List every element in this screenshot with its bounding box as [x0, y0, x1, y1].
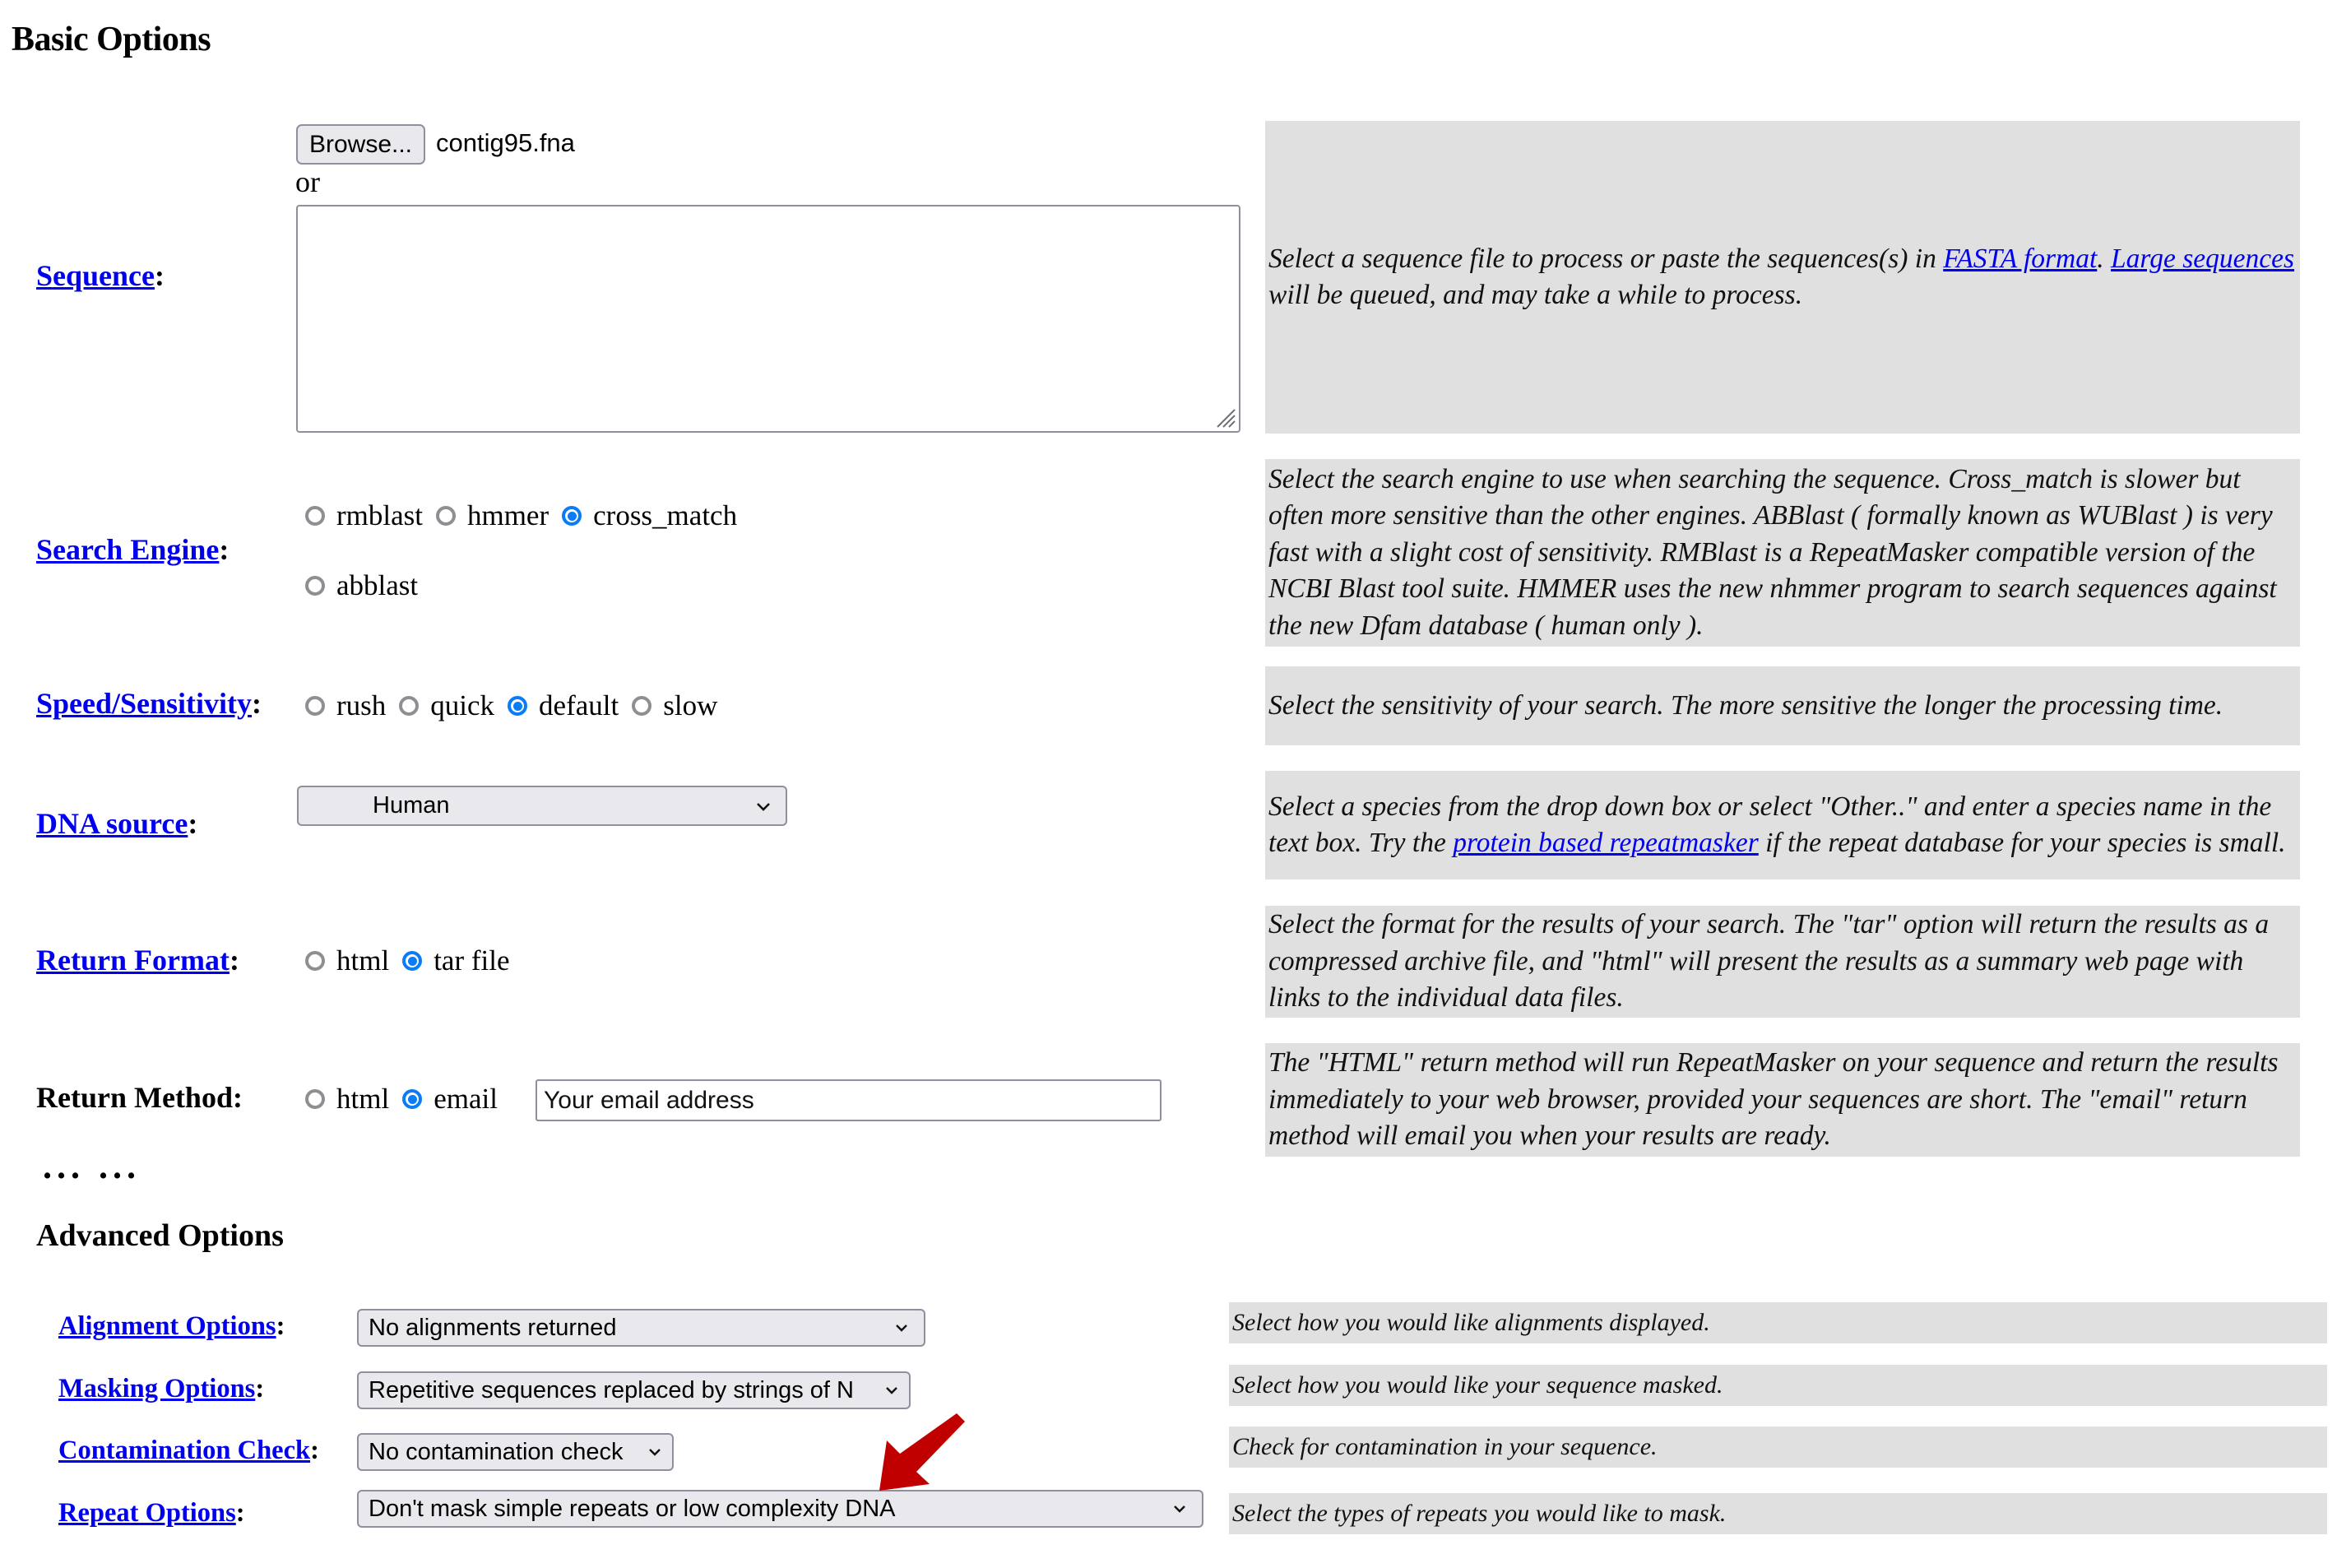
radio-method-html[interactable]: html	[305, 1083, 389, 1116]
contamination-check-label: Contamination Check:	[58, 1436, 319, 1465]
radio-button-selected[interactable]	[562, 506, 582, 526]
return-method-radio-group: html email	[305, 1083, 503, 1116]
repeat-options-description: Select the types of repeats you would li…	[1229, 1493, 2327, 1534]
dna-source-select[interactable]: Human	[297, 786, 787, 826]
masking-options-description: Select how you would like your sequence …	[1229, 1365, 2327, 1406]
selected-file-name: contig95.fna	[436, 128, 575, 157]
alignment-options-help-link[interactable]: Alignment Options	[58, 1311, 276, 1341]
chevron-down-icon	[757, 802, 770, 811]
contamination-check-select[interactable]: No contamination check	[357, 1433, 674, 1471]
radio-format-html[interactable]: html	[305, 944, 389, 977]
search-engine-description: Select the search engine to use when sea…	[1265, 459, 2300, 647]
repeat-options-label: Repeat Options:	[58, 1498, 245, 1528]
radio-button-selected[interactable]	[402, 1089, 423, 1109]
speed-sensitivity-label: Speed/Sensitivity:	[36, 687, 262, 720]
sequence-textarea[interactable]	[296, 205, 1240, 433]
return-format-label: Return Format:	[36, 944, 239, 977]
return-format-description: Select the format for the results of you…	[1265, 906, 2300, 1018]
red-arrow-annotation-icon	[879, 1413, 965, 1491]
radio-rmblast[interactable]: rmblast	[305, 499, 423, 532]
search-engine-help-link[interactable]: Search Engine	[36, 533, 219, 566]
chevron-down-icon	[649, 1449, 661, 1456]
speed-description: Select the sensitivity of your search. T…	[1265, 666, 2300, 745]
radio-button[interactable]	[305, 576, 325, 596]
radio-button[interactable]	[435, 506, 456, 526]
sequence-description: Select a sequence file to process or pas…	[1265, 121, 2300, 434]
radio-button[interactable]	[305, 696, 325, 716]
return-format-radio-group: html tar file	[305, 944, 523, 977]
radio-slow[interactable]: slow	[632, 689, 717, 722]
return-method-description: The "HTML" return method will run Repeat…	[1265, 1043, 2300, 1157]
sequence-help-link[interactable]: Sequence	[36, 259, 155, 292]
search-engine-radio-group: rmblast hmmer cross_match	[305, 499, 750, 532]
basic-options-heading: Basic Options	[12, 21, 211, 58]
protein-based-repeatmasker-link[interactable]: protein based repeatmasker	[1453, 828, 1759, 858]
dna-source-label: DNA source:	[36, 807, 198, 840]
radio-button[interactable]	[305, 506, 325, 526]
radio-button[interactable]	[632, 696, 652, 716]
radio-method-email[interactable]: email	[402, 1083, 498, 1116]
radio-abblast[interactable]: abblast	[305, 569, 418, 602]
radio-button[interactable]	[399, 696, 420, 716]
alignment-options-label: Alignment Options:	[58, 1311, 285, 1341]
radio-button-selected[interactable]	[402, 951, 423, 971]
repeat-options-help-link[interactable]: Repeat Options	[58, 1498, 236, 1528]
masking-options-help-link[interactable]: Masking Options	[58, 1374, 255, 1403]
speed-sensitivity-help-link[interactable]: Speed/Sensitivity	[36, 687, 252, 720]
alignment-options-description: Select how you would like alignments dis…	[1229, 1302, 2327, 1343]
browse-button[interactable]: Browse...	[296, 124, 425, 165]
contamination-check-help-link[interactable]: Contamination Check	[58, 1436, 310, 1465]
fasta-format-link[interactable]: FASTA format	[1943, 244, 2097, 274]
email-field[interactable]: Your email address	[536, 1079, 1162, 1121]
return-method-label: Return Method:	[36, 1081, 243, 1114]
return-format-help-link[interactable]: Return Format	[36, 944, 230, 977]
large-sequences-link[interactable]: Large sequences	[2111, 244, 2294, 274]
radio-cross-match[interactable]: cross_match	[562, 499, 737, 532]
repeat-options-select[interactable]: Don't mask simple repeats or low complex…	[357, 1490, 1203, 1528]
chevron-down-icon	[1174, 1505, 1185, 1513]
speed-radio-group: rush quick default slow	[305, 689, 730, 722]
alignment-options-select[interactable]: No alignments returned	[357, 1309, 925, 1347]
masking-options-label: Masking Options:	[58, 1374, 265, 1403]
contamination-check-description: Check for contamination in your sequence…	[1229, 1427, 2327, 1468]
advanced-options-heading: Advanced Options	[36, 1218, 284, 1253]
radio-button[interactable]	[305, 1089, 325, 1109]
radio-button-selected[interactable]	[508, 696, 528, 716]
dna-source-help-link[interactable]: DNA source	[36, 807, 188, 840]
radio-quick[interactable]: quick	[399, 689, 494, 722]
radio-default[interactable]: default	[508, 689, 619, 722]
radio-format-tar[interactable]: tar file	[402, 944, 510, 977]
radio-hmmer[interactable]: hmmer	[435, 499, 549, 532]
radio-button[interactable]	[305, 951, 325, 971]
dna-source-description: Select a species from the drop down box …	[1265, 771, 2300, 879]
omitted-content-ellipsis: ... ...	[43, 1146, 141, 1186]
chevron-down-icon	[896, 1324, 907, 1332]
masking-options-select[interactable]: Repetitive sequences replaced by strings…	[357, 1371, 911, 1409]
sequence-label: Sequence:	[36, 259, 165, 292]
resize-handle-icon[interactable]	[1214, 406, 1236, 428]
radio-rush[interactable]: rush	[305, 689, 386, 722]
or-text: or	[295, 165, 320, 198]
search-engine-radio-group-row2: abblast	[305, 569, 431, 602]
search-engine-label: Search Engine:	[36, 533, 230, 566]
chevron-down-icon	[886, 1387, 897, 1394]
